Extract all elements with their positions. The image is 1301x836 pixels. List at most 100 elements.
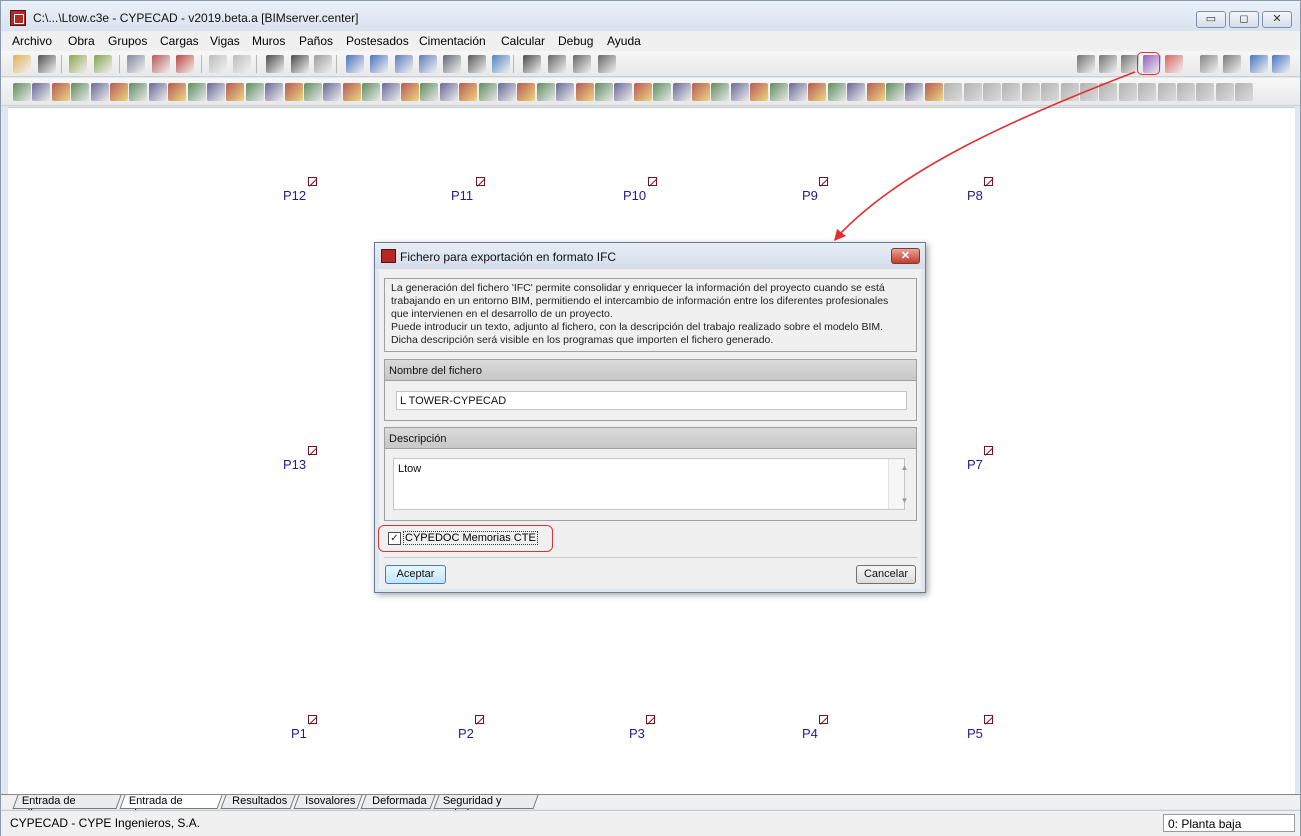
refresh-icon[interactable] bbox=[419, 55, 437, 73]
tab-resultados[interactable]: Resultados bbox=[220, 795, 296, 809]
print-icon[interactable] bbox=[1077, 55, 1095, 73]
floor-plan-icon[interactable] bbox=[127, 55, 145, 73]
magnet-icon[interactable] bbox=[176, 55, 194, 73]
tool-button-icon[interactable] bbox=[575, 83, 594, 101]
pilar-label[interactable]: P5 bbox=[967, 726, 983, 741]
tool-button-icon[interactable] bbox=[1138, 83, 1157, 101]
tool-button-icon[interactable] bbox=[187, 83, 206, 101]
save-icon[interactable] bbox=[38, 55, 56, 73]
tool-button-icon[interactable] bbox=[769, 83, 788, 101]
tool-button-icon[interactable] bbox=[362, 83, 381, 101]
tool-button-icon[interactable] bbox=[1021, 83, 1040, 101]
menu-cargas[interactable]: Cargas bbox=[160, 34, 199, 48]
tool-button-icon[interactable] bbox=[90, 83, 109, 101]
tool-button-icon[interactable] bbox=[13, 83, 31, 101]
tool-button-icon[interactable] bbox=[32, 83, 51, 101]
tool-button-icon[interactable] bbox=[963, 83, 982, 101]
tool-button-icon[interactable] bbox=[226, 83, 245, 101]
tool-button-icon[interactable] bbox=[905, 83, 924, 101]
grid-icon[interactable] bbox=[152, 55, 170, 73]
menu-ayuda[interactable]: Ayuda bbox=[607, 34, 641, 48]
zoom-window-icon[interactable] bbox=[443, 55, 461, 73]
floor-up-icon[interactable] bbox=[266, 55, 284, 73]
menu-obra[interactable]: Obra bbox=[68, 34, 95, 48]
tool-button-icon[interactable] bbox=[323, 83, 342, 101]
pilar-symbol-icon[interactable] bbox=[819, 177, 828, 186]
scroll-down-icon[interactable]: ▼ bbox=[897, 496, 913, 505]
angle-icon[interactable] bbox=[598, 55, 616, 73]
redo-icon[interactable] bbox=[233, 55, 251, 73]
compare-icon[interactable] bbox=[1223, 55, 1241, 73]
dialog-close-button[interactable]: ✕ bbox=[891, 248, 920, 264]
tool-button-icon[interactable] bbox=[556, 83, 575, 101]
pilar-label[interactable]: P3 bbox=[629, 726, 645, 741]
export-menu-icon[interactable] bbox=[1165, 55, 1183, 73]
accept-button[interactable]: Aceptar bbox=[385, 565, 446, 584]
tool-button-icon[interactable] bbox=[148, 83, 167, 101]
pilar-symbol-icon[interactable] bbox=[984, 446, 993, 455]
binoculars-icon[interactable] bbox=[523, 55, 541, 73]
3d-view-icon[interactable] bbox=[1099, 55, 1117, 73]
pilar-symbol-icon[interactable] bbox=[646, 715, 655, 724]
tool-button-icon[interactable] bbox=[653, 83, 672, 101]
pilar-symbol-icon[interactable] bbox=[984, 715, 993, 724]
menu-panos[interactable]: Paños bbox=[299, 34, 333, 48]
tool-button-icon[interactable] bbox=[847, 83, 866, 101]
pilar-label[interactable]: P2 bbox=[458, 726, 474, 741]
tool-button-icon[interactable] bbox=[401, 83, 419, 101]
tool-button-icon[interactable] bbox=[672, 83, 691, 101]
pilar-label[interactable]: P8 bbox=[967, 188, 983, 203]
minimize-button[interactable]: ▭ bbox=[1196, 11, 1226, 28]
tool-button-icon[interactable] bbox=[71, 83, 90, 101]
import-icon[interactable] bbox=[1200, 55, 1218, 73]
tool-button-icon[interactable] bbox=[517, 83, 536, 101]
tool-button-icon[interactable] bbox=[711, 83, 730, 101]
pilar-symbol-icon[interactable] bbox=[475, 715, 484, 724]
measure-icon[interactable] bbox=[548, 55, 566, 73]
tool-button-icon[interactable] bbox=[1080, 83, 1098, 101]
pilar-symbol-icon[interactable] bbox=[819, 715, 828, 724]
pilar-symbol-icon[interactable] bbox=[308, 446, 317, 455]
description-scrollbar[interactable]: ▲ ▼ bbox=[888, 459, 908, 509]
tool-button-icon[interactable] bbox=[342, 83, 361, 101]
pilar-label[interactable]: P9 bbox=[802, 188, 818, 203]
cancel-button[interactable]: Cancelar bbox=[856, 565, 916, 584]
window-icon[interactable] bbox=[492, 55, 510, 73]
tool-button-icon[interactable] bbox=[808, 83, 827, 101]
tab-entrada-vigas[interactable]: Entrada de vigas bbox=[119, 795, 223, 820]
hand-icon[interactable] bbox=[468, 55, 486, 73]
description-textarea[interactable]: Ltow ▲ ▼ bbox=[393, 458, 908, 510]
tool-button-icon[interactable] bbox=[168, 83, 187, 101]
pilar-label[interactable]: P10 bbox=[623, 188, 646, 203]
tool-button-icon[interactable] bbox=[827, 83, 846, 101]
tool-button-icon[interactable] bbox=[866, 83, 885, 101]
tool-button-icon[interactable] bbox=[1215, 83, 1234, 101]
tool-button-icon[interactable] bbox=[265, 83, 284, 101]
axis-icon[interactable] bbox=[573, 55, 591, 73]
maximize-button[interactable]: ◻ bbox=[1229, 11, 1259, 28]
menu-debug[interactable]: Debug bbox=[558, 34, 593, 48]
tool-button-icon[interactable] bbox=[1177, 83, 1195, 101]
pilar-label[interactable]: P1 bbox=[291, 726, 307, 741]
tool-button-icon[interactable] bbox=[110, 83, 128, 101]
pilar-label[interactable]: P12 bbox=[283, 188, 306, 203]
cypecad-app-icon[interactable] bbox=[10, 10, 26, 26]
tool-button-icon[interactable] bbox=[51, 83, 70, 101]
filename-input[interactable] bbox=[396, 391, 907, 410]
tab-isovalores[interactable]: Isovalores bbox=[293, 795, 363, 809]
pilar-label[interactable]: P4 bbox=[802, 726, 818, 741]
tool-button-icon[interactable] bbox=[1196, 83, 1215, 101]
tool-button-icon[interactable] bbox=[633, 83, 652, 101]
tool-button-icon[interactable] bbox=[1041, 83, 1060, 101]
pilar-label[interactable]: P7 bbox=[967, 457, 983, 472]
zoom-all-icon[interactable] bbox=[370, 55, 388, 73]
tool-button-icon[interactable] bbox=[944, 83, 963, 101]
tool-button-icon[interactable] bbox=[886, 83, 904, 101]
scroll-up-icon[interactable]: ▲ bbox=[897, 463, 913, 472]
pilar-label[interactable]: P13 bbox=[283, 457, 306, 472]
tool-button-icon[interactable] bbox=[381, 83, 400, 101]
tool-button-icon[interactable] bbox=[983, 83, 1001, 101]
menu-postesados[interactable]: Postesados bbox=[346, 34, 409, 48]
tab-seguridad-salud[interactable]: Seguridad y salud bbox=[433, 795, 539, 820]
zoom-in-icon[interactable] bbox=[395, 55, 413, 73]
